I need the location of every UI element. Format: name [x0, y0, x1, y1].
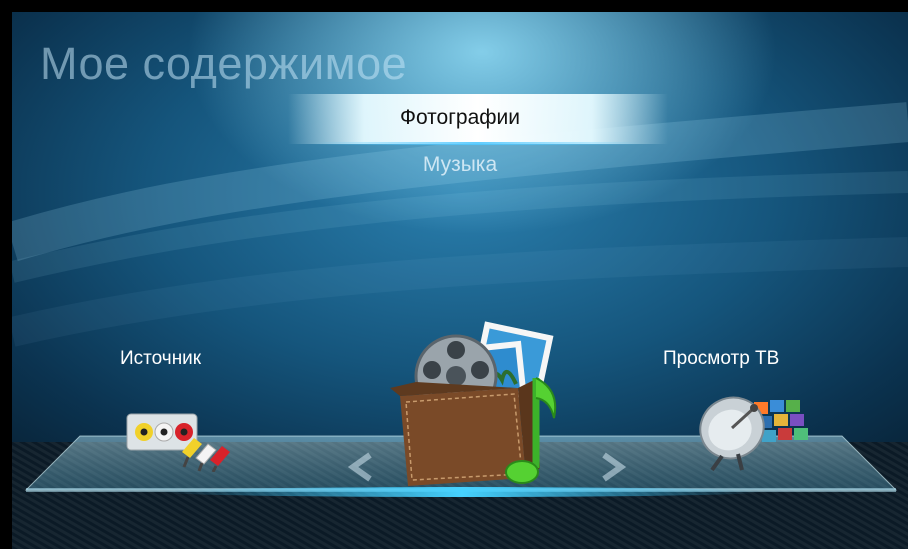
satellite-dish-icon[interactable]: [692, 382, 812, 472]
my-content-screen: Мое содержимое Фотографии Музыка Источни…: [12, 12, 908, 549]
chevron-left-icon[interactable]: [348, 452, 374, 482]
av-cables-icon[interactable]: [122, 402, 237, 472]
chevron-right-icon[interactable]: [600, 452, 626, 482]
media-box-icon[interactable]: [386, 318, 566, 498]
